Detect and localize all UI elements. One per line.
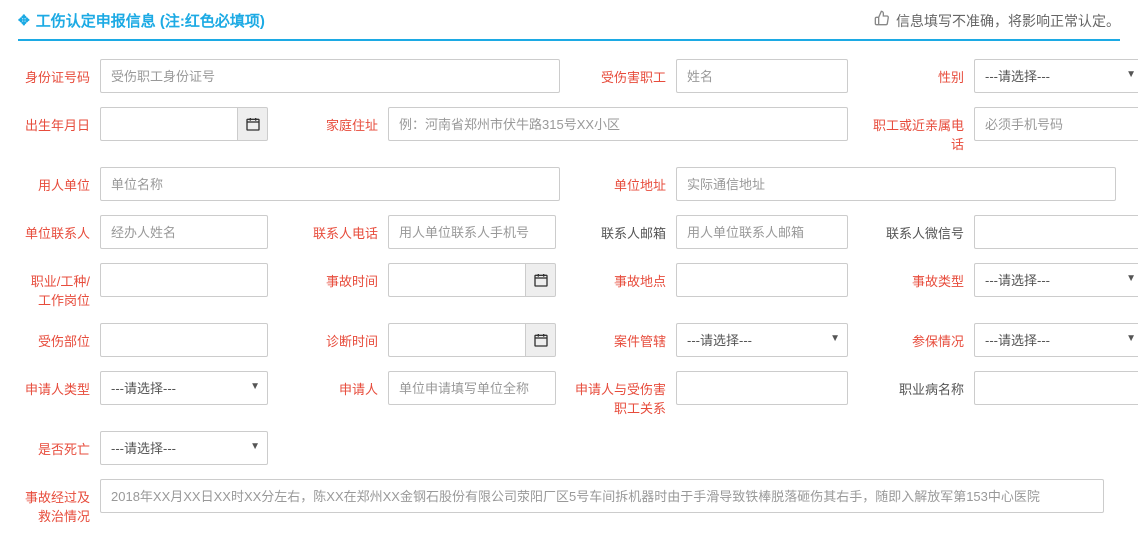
label-gender: 性别	[868, 59, 964, 86]
dob-input[interactable]	[100, 107, 237, 141]
label-contact-email: 联系人邮箱	[566, 215, 666, 242]
applicant-input[interactable]	[388, 371, 556, 405]
contact-phone-input[interactable]	[388, 215, 556, 249]
label-contact-wechat: 联系人微信号	[868, 215, 964, 242]
label-occupation: 职业/工种/工作岗位	[22, 263, 90, 309]
insurance-select[interactable]: ---请选择---	[974, 323, 1138, 357]
label-home-addr: 家庭住址	[278, 107, 378, 134]
label-diagnosis-time: 诊断时间	[278, 323, 378, 350]
header-notice: 信息填写不准确，将影响正常认定。	[896, 11, 1120, 31]
label-employer-addr: 单位地址	[570, 167, 666, 194]
label-relative-phone: 职工或近亲属电话	[868, 107, 964, 153]
diagnosis-time-input[interactable]	[388, 323, 525, 357]
label-accident-desc: 事故经过及救治情况	[22, 479, 90, 525]
case-jurisdiction-select[interactable]: ---请选择---	[676, 323, 848, 357]
accident-time-input[interactable]	[388, 263, 525, 297]
cog-icon: ✥	[18, 12, 30, 29]
label-employer: 用人单位	[22, 167, 90, 194]
section-title: 工伤认定申报信息 (注:红色必填项)	[36, 10, 265, 31]
gender-select[interactable]: ---请选择---	[974, 59, 1138, 93]
label-applicant-type: 申请人类型	[22, 371, 90, 398]
label-unit-contact: 单位联系人	[22, 215, 90, 242]
applicant-relation-input[interactable]	[676, 371, 848, 405]
unit-contact-input[interactable]	[100, 215, 268, 249]
accident-type-select[interactable]: ---请选择---	[974, 263, 1138, 297]
label-victim: 受伤害职工	[570, 59, 666, 86]
label-insurance: 参保情况	[868, 323, 964, 350]
applicant-type-select[interactable]: ---请选择---	[100, 371, 268, 405]
label-disease-name: 职业病名称	[868, 371, 964, 398]
thumbs-up-icon	[874, 10, 890, 31]
label-dob: 出生年月日	[22, 107, 90, 134]
label-contact-phone: 联系人电话	[278, 215, 378, 242]
label-accident-time: 事故时间	[278, 263, 378, 290]
injury-part-input[interactable]	[100, 323, 268, 357]
label-accident-place: 事故地点	[566, 263, 666, 290]
contact-wechat-input[interactable]	[974, 215, 1138, 249]
accident-desc-input[interactable]	[100, 479, 1104, 513]
home-addr-input[interactable]	[388, 107, 848, 141]
label-injury-part: 受伤部位	[22, 323, 90, 350]
section-header: ✥ 工伤认定申报信息 (注:红色必填项) 信息填写不准确，将影响正常认定。	[18, 10, 1120, 41]
id-no-input[interactable]	[100, 59, 560, 93]
dob-calendar-button[interactable]	[237, 107, 268, 141]
contact-email-input[interactable]	[676, 215, 848, 249]
employer-addr-input[interactable]	[676, 167, 1116, 201]
label-is-dead: 是否死亡	[22, 431, 90, 458]
label-id-no: 身份证号码	[22, 59, 90, 86]
disease-name-input[interactable]	[974, 371, 1138, 405]
relative-phone-input[interactable]	[974, 107, 1138, 141]
victim-input[interactable]	[676, 59, 848, 93]
label-case-jurisdiction: 案件管辖	[566, 323, 666, 350]
occupation-input[interactable]	[100, 263, 268, 297]
label-applicant: 申请人	[278, 371, 378, 398]
employer-input[interactable]	[100, 167, 560, 201]
label-accident-type: 事故类型	[868, 263, 964, 290]
accident-time-calendar-button[interactable]	[525, 263, 556, 297]
diagnosis-time-calendar-button[interactable]	[525, 323, 556, 357]
is-dead-select[interactable]: ---请选择---	[100, 431, 268, 465]
label-applicant-relation: 申请人与受伤害职工关系	[566, 371, 666, 417]
accident-place-input[interactable]	[676, 263, 848, 297]
